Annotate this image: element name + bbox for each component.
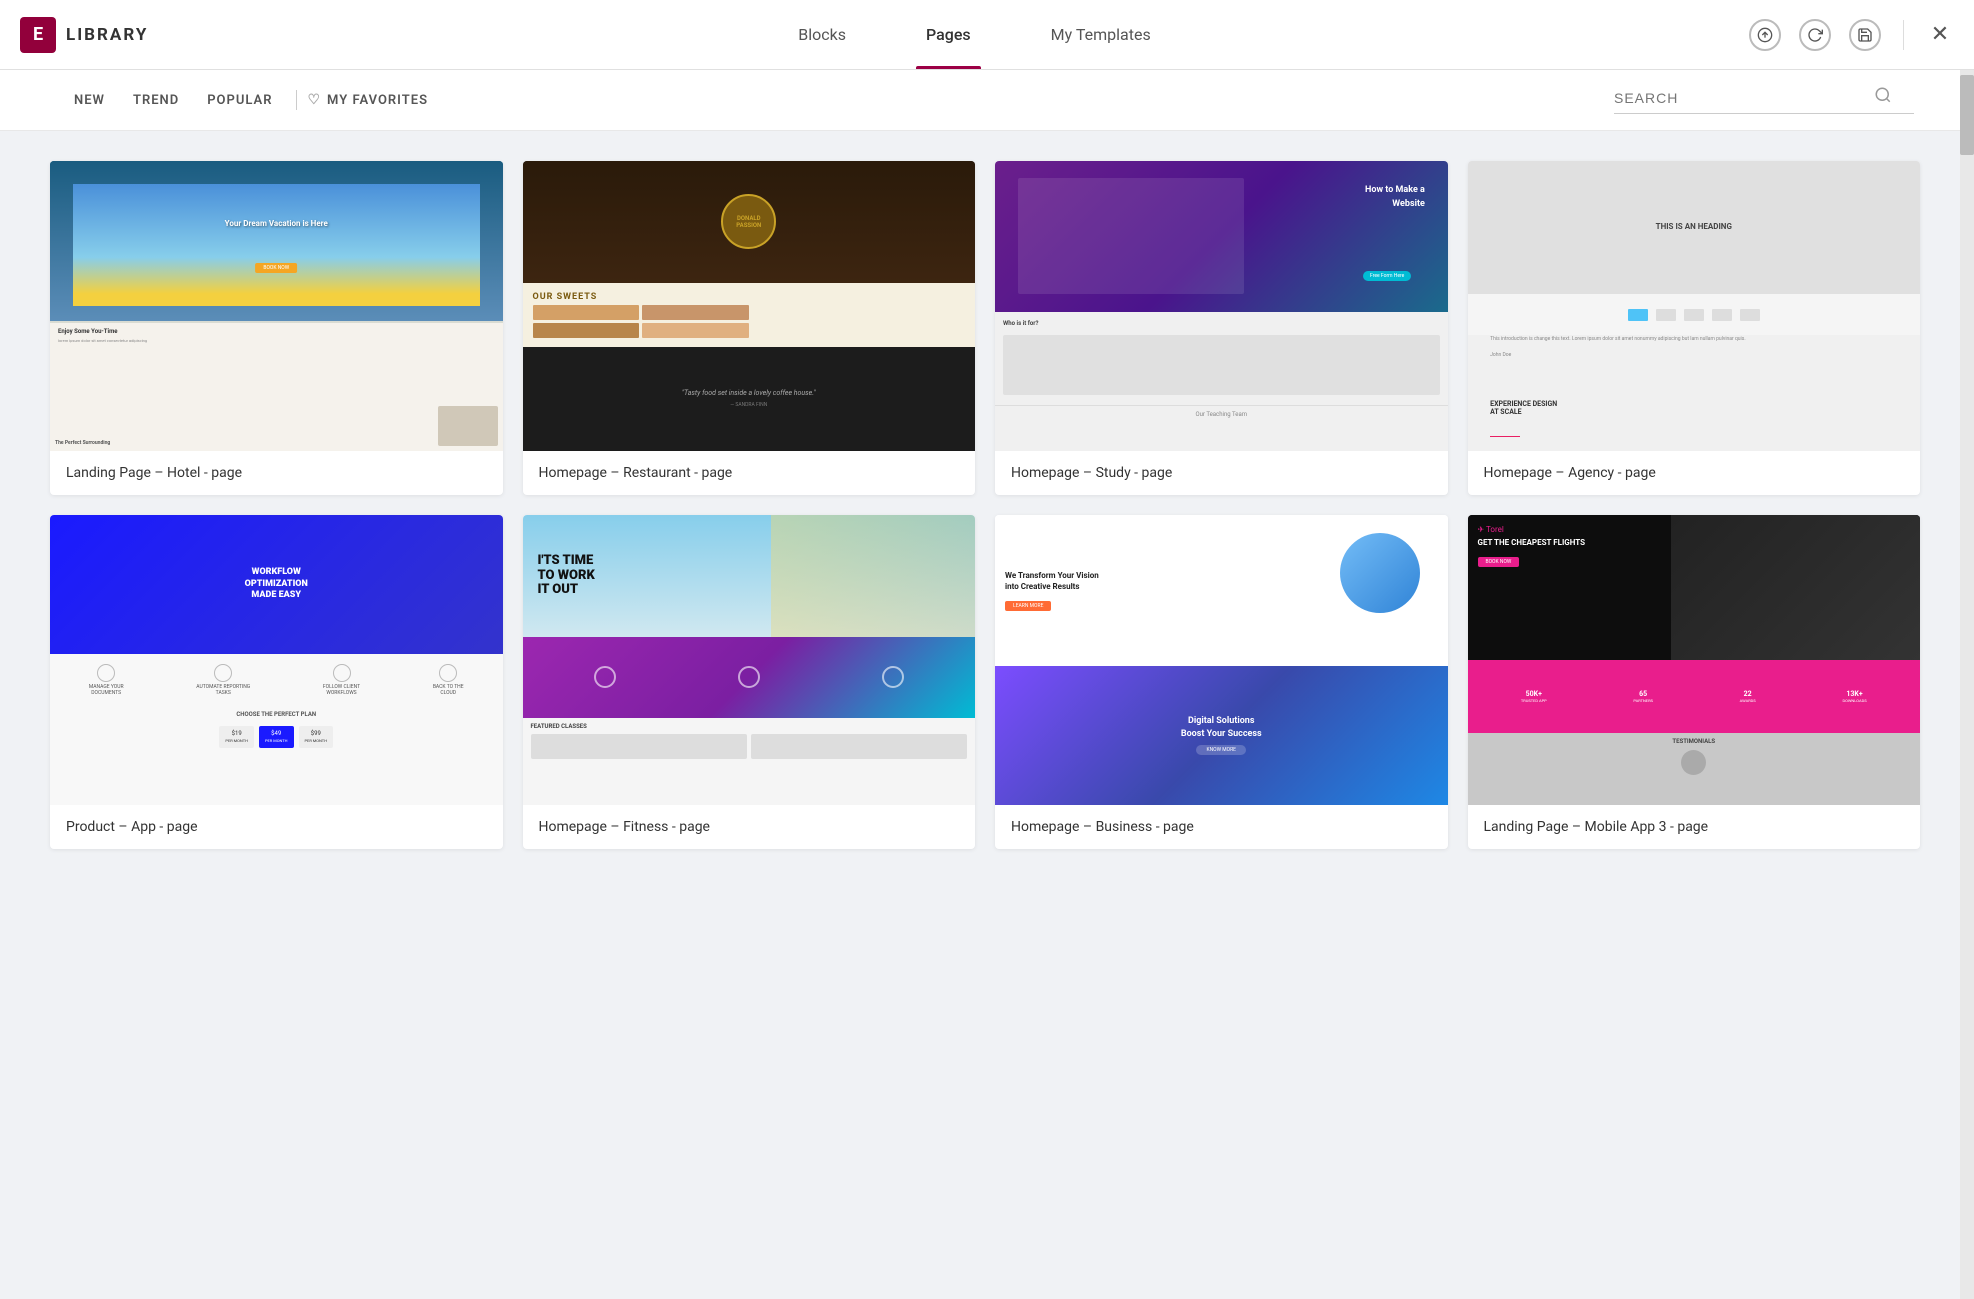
filter-bar: NEW TREND POPULAR ♡ MY FAVORITES bbox=[0, 70, 1974, 131]
template-card-agency[interactable]: THIS IS AN HEADING This introduction is … bbox=[1468, 161, 1921, 495]
template-label-agency: Homepage – Agency - page bbox=[1468, 451, 1921, 495]
refresh-icon[interactable] bbox=[1799, 19, 1831, 51]
tab-my-templates[interactable]: My Templates bbox=[1041, 0, 1161, 69]
template-thumb-business: We Transform Your Visioninto Creative Re… bbox=[995, 515, 1448, 805]
elementor-logo: E bbox=[20, 17, 56, 53]
template-card-app[interactable]: WORKFLOWOPTIMIZATIONMADE EASY MANAGE YOU… bbox=[50, 515, 503, 849]
filter-popular[interactable]: POPULAR bbox=[193, 87, 286, 114]
close-button[interactable]: ✕ bbox=[1926, 21, 1954, 49]
template-label-restaurant: Homepage – Restaurant - page bbox=[523, 451, 976, 495]
header-divider bbox=[1903, 20, 1904, 50]
template-label-mobile-app: Landing Page – Mobile App 3 - page bbox=[1468, 805, 1921, 849]
template-card-mobile-app[interactable]: PRO ✈ Torel GET THE CHEAPEST FLIGHTS BOO… bbox=[1468, 515, 1921, 849]
template-thumb-app: WORKFLOWOPTIMIZATIONMADE EASY MANAGE YOU… bbox=[50, 515, 503, 805]
filter-separator bbox=[296, 90, 297, 110]
template-thumb-mobile: PRO ✈ Torel GET THE CHEAPEST FLIGHTS BOO… bbox=[1468, 515, 1921, 805]
template-label-fitness: Homepage – Fitness - page bbox=[523, 805, 976, 849]
template-label-business: Homepage – Business - page bbox=[995, 805, 1448, 849]
upload-icon[interactable] bbox=[1749, 19, 1781, 51]
template-label-hotel: Landing Page – Hotel - page bbox=[50, 451, 503, 495]
filter-new[interactable]: NEW bbox=[60, 87, 119, 114]
template-thumb-hotel: Your Logo Your Dream Vacation is Here BO… bbox=[50, 161, 503, 451]
save-icon[interactable] bbox=[1849, 19, 1881, 51]
heart-icon: ♡ bbox=[307, 92, 321, 108]
template-thumb-restaurant: DONALDPASSION OUR SWEETS "Tasty food set… bbox=[523, 161, 976, 451]
template-label-app: Product – App - page bbox=[50, 805, 503, 849]
template-card-business[interactable]: We Transform Your Visioninto Creative Re… bbox=[995, 515, 1448, 849]
scrollbar-thumb[interactable] bbox=[1960, 75, 1974, 155]
template-thumb-study: How to Make aWebsite Free Form Here Who … bbox=[995, 161, 1448, 451]
template-card-hotel[interactable]: Your Logo Your Dream Vacation is Here BO… bbox=[50, 161, 503, 495]
search-input[interactable] bbox=[1614, 90, 1864, 106]
template-card-fitness[interactable]: I'TS TIMETO WORKIT OUT FEATURED CLASSES bbox=[523, 515, 976, 849]
filter-favorites[interactable]: ♡ MY FAVORITES bbox=[307, 92, 428, 108]
header-actions: ✕ bbox=[1749, 19, 1954, 51]
template-thumb-agency: THIS IS AN HEADING This introduction is … bbox=[1468, 161, 1921, 451]
filter-trend[interactable]: TREND bbox=[119, 87, 193, 114]
template-thumb-fitness: I'TS TIMETO WORKIT OUT FEATURED CLASSES bbox=[523, 515, 976, 805]
search-icon[interactable] bbox=[1874, 86, 1892, 109]
scrollbar[interactable] bbox=[1960, 70, 1974, 1299]
tab-blocks[interactable]: Blocks bbox=[788, 0, 856, 69]
nav-tabs: Blocks Pages My Templates bbox=[200, 0, 1749, 69]
template-card-study[interactable]: How to Make aWebsite Free Form Here Who … bbox=[995, 161, 1448, 495]
search-area bbox=[1614, 86, 1914, 114]
template-label-study: Homepage – Study - page bbox=[995, 451, 1448, 495]
template-card-restaurant[interactable]: DONALDPASSION OUR SWEETS "Tasty food set… bbox=[523, 161, 976, 495]
tab-pages[interactable]: Pages bbox=[916, 0, 981, 69]
library-title: LIBRARY bbox=[66, 25, 148, 45]
header: E LIBRARY Blocks Pages My Templates bbox=[0, 0, 1974, 70]
logo-area: E LIBRARY bbox=[20, 17, 200, 53]
template-grid: Your Logo Your Dream Vacation is Here BO… bbox=[0, 131, 1974, 879]
